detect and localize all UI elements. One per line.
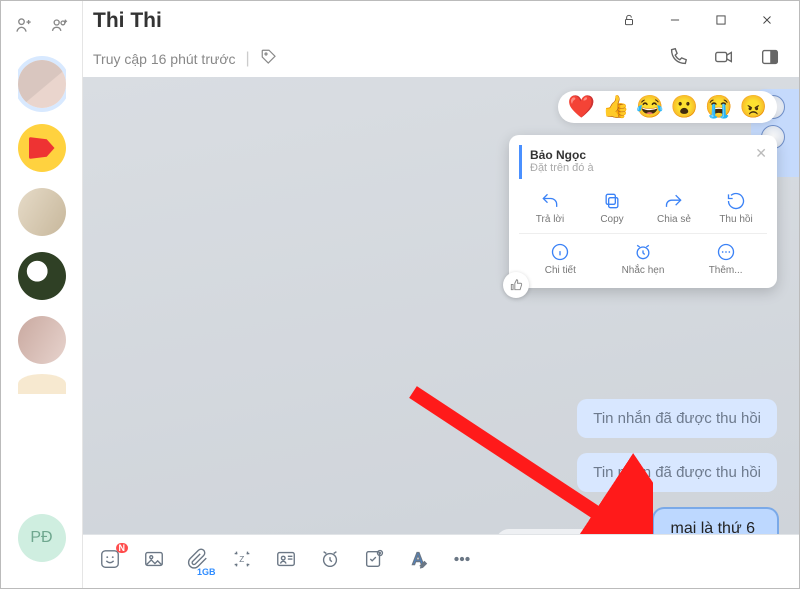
ctx-detail[interactable]: Chi tiết bbox=[530, 238, 590, 280]
message-hover-toolbar bbox=[496, 529, 619, 534]
ctx-copy[interactable]: Copy bbox=[582, 187, 642, 229]
sub-header: Truy cập 16 phút trước | bbox=[83, 41, 799, 77]
reaction-wow[interactable]: 😮 bbox=[671, 96, 698, 118]
message-text: mai là thứ 6 bbox=[670, 520, 761, 534]
quote-icon[interactable] bbox=[504, 532, 524, 534]
reaction-like[interactable]: 👍 bbox=[602, 96, 629, 118]
reaction-laugh[interactable]: 😂 bbox=[636, 96, 663, 118]
quote-close-icon[interactable]: ✕ bbox=[755, 145, 767, 162]
contact-avatar[interactable] bbox=[18, 252, 66, 300]
self-avatar[interactable]: PĐ bbox=[18, 514, 66, 562]
svg-text:Z: Z bbox=[239, 555, 244, 564]
chat-pane: ❤️ 👍 😂 😮 😭 😠 Bảo Ngọc Đặt trên đó à ✕ Tr… bbox=[83, 77, 799, 534]
attachment-button[interactable]: 1GB bbox=[187, 548, 209, 575]
alarm-button[interactable] bbox=[319, 548, 341, 575]
reaction-heart[interactable]: ❤️ bbox=[568, 96, 595, 118]
video-call-icon[interactable] bbox=[713, 46, 735, 73]
image-button[interactable] bbox=[143, 548, 165, 575]
like-chip-icon[interactable] bbox=[503, 272, 529, 298]
screenshot-button[interactable]: Z bbox=[231, 548, 253, 575]
ctx-remind[interactable]: Nhắc hẹn bbox=[613, 238, 673, 280]
recalled-message: Tin nhắn đã được thu hồi bbox=[577, 453, 777, 492]
reaction-cry[interactable]: 😭 bbox=[705, 96, 732, 118]
reaction-angry[interactable]: 😠 bbox=[740, 96, 767, 118]
tag-icon[interactable] bbox=[260, 48, 278, 71]
maximize-button[interactable] bbox=[703, 13, 739, 30]
ctx-share[interactable]: Chia sẻ bbox=[644, 187, 704, 229]
contact-card-button[interactable] bbox=[275, 548, 297, 575]
more-options-button[interactable] bbox=[591, 532, 611, 534]
task-button[interactable] bbox=[363, 548, 385, 575]
forward-icon[interactable] bbox=[533, 532, 553, 534]
message-context-menu: Bảo Ngọc Đặt trên đó à ✕ Trả lời Copy Ch… bbox=[509, 135, 777, 288]
composer-toolbar: N 1GB Z bbox=[83, 534, 799, 588]
sticker-badge: N bbox=[116, 543, 129, 553]
todo-icon[interactable] bbox=[562, 532, 582, 534]
titlebar: Thi Thi bbox=[83, 1, 799, 41]
close-button[interactable] bbox=[749, 13, 785, 30]
outgoing-message[interactable]: mai là thứ 6 11:32 Đã nhận bbox=[654, 509, 777, 534]
quote-author: Bảo Ngọc bbox=[530, 148, 759, 162]
contact-avatar[interactable] bbox=[18, 188, 66, 236]
contact-avatar[interactable] bbox=[18, 60, 66, 108]
format-button[interactable] bbox=[407, 548, 429, 575]
chat-title: Thi Thi bbox=[93, 9, 601, 33]
add-group-icon[interactable] bbox=[50, 15, 70, 40]
contact-avatar[interactable] bbox=[18, 124, 66, 172]
ctx-more[interactable]: Thêm... bbox=[696, 238, 756, 280]
voice-call-icon[interactable] bbox=[667, 46, 689, 73]
reaction-picker[interactable]: ❤️ 👍 😂 😮 😭 😠 bbox=[558, 91, 777, 123]
recalled-message: Tin nhắn đã được thu hồi bbox=[577, 399, 777, 438]
sticker-button[interactable]: N bbox=[99, 548, 121, 575]
sidebar: PĐ bbox=[1, 1, 83, 588]
add-friend-icon[interactable] bbox=[14, 15, 34, 40]
minimize-button[interactable] bbox=[657, 13, 693, 30]
ctx-reply[interactable]: Trả lời bbox=[520, 187, 580, 229]
attachment-size-label: 1GB bbox=[197, 567, 216, 577]
panel-toggle-icon[interactable] bbox=[759, 46, 781, 73]
last-seen-status: Truy cập 16 phút trước bbox=[93, 51, 236, 67]
more-composer-button[interactable] bbox=[451, 548, 473, 575]
contact-avatar[interactable] bbox=[18, 316, 66, 364]
quote-text: Đặt trên đó à bbox=[530, 162, 759, 174]
lock-icon[interactable] bbox=[611, 13, 647, 30]
ctx-recall[interactable]: Thu hồi bbox=[706, 187, 766, 229]
contact-avatar[interactable] bbox=[18, 374, 66, 394]
